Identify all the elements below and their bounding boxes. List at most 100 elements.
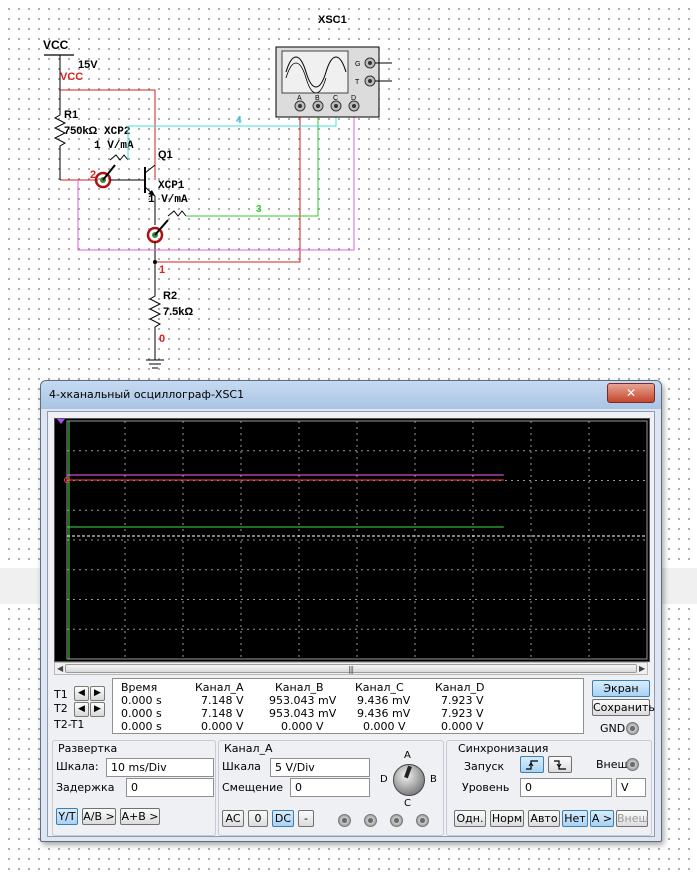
trigger-none-button[interactable]: Нет [562,810,588,827]
gnd-terminal[interactable] [626,722,639,735]
save-button[interactable]: Сохранить [592,699,655,716]
channel-scale-label: Шкала [222,760,261,773]
dt-ch-b: 0.000 V [281,720,324,733]
channel-scale-field[interactable]: 5 V/Div [270,758,370,777]
mode-ab-button[interactable]: A/B > [82,808,116,825]
net-2-label: 2 [90,169,96,181]
scope-display[interactable] [54,418,650,662]
display-scrollbar[interactable]: ◀ ||| ▶ [54,662,648,675]
trigger-level-label: Уровень [462,781,510,794]
scroll-left-icon[interactable]: ◀ [57,664,63,673]
t1-ch-d: 7.923 V [441,694,484,707]
t1-right-button[interactable]: ▶ [90,686,105,701]
falling-edge-button[interactable] [548,756,572,773]
t2-label: T2 [54,702,68,715]
arrow-right-icon: ▶ [94,704,101,714]
channel-terminal-4[interactable] [416,814,429,827]
col-header-ch-a: Канал_A [195,681,244,694]
col-header-ch-c: Канал_C [355,681,404,694]
dt-ch-a: 0.000 V [201,720,244,733]
r2-value: 7.5kΩ [163,306,193,318]
timebase-scale-field[interactable]: 10 ms/Div [106,758,214,777]
q1-label: Q1 [158,149,173,161]
trigger-single-button[interactable]: Одн. [454,810,486,827]
arrow-left-icon: ◀ [78,704,85,714]
dt-ch-d: 0.000 V [441,720,484,733]
t2-ch-d: 7.923 V [441,707,484,720]
rising-edge-icon [526,760,538,770]
net-3-label: 3 [256,204,262,215]
t1-label: T1 [54,688,68,701]
offset-field[interactable]: 0 [290,778,370,797]
xsc1-label: XSC1 [318,14,347,26]
col-header-time: Время [121,681,158,694]
coupling-dc-button[interactable]: DC [272,810,294,827]
trigger-auto-button[interactable]: Авто [528,810,560,827]
arrow-right-icon: ▶ [94,688,101,698]
screen-button[interactable]: Экран [592,680,650,697]
timebase-scale-label: Шкала: [56,760,99,773]
dt-time: 0.000 s [121,720,162,733]
vcc-label: VCC [43,38,69,52]
trigger-normal-button[interactable]: Норм [490,810,524,827]
scope-t-label: T [355,79,360,86]
offset-label: Смещение [222,781,283,794]
knob-c-label: C [404,798,411,809]
t1-ch-a: 7.148 V [201,694,244,707]
knob-d-label: D [380,774,388,785]
scrollbar-grip-icon: ||| [348,665,354,674]
window-title: 4-хканальный осциллограф-XSC1 [49,388,245,401]
net-4-label: 4 [236,115,242,126]
vcc-value: 15V [78,59,98,71]
trigger-level-field[interactable]: 0 [520,778,612,797]
timebase-title: Развертка [58,742,118,755]
dt-ch-c: 0.000 V [363,720,406,733]
net-1-label: 1 [159,264,165,276]
channel-terminal-3[interactable] [390,814,403,827]
trigger-marker-icon [57,419,65,424]
channel-selector-knob[interactable]: A D B C [378,750,438,810]
t2-left-button[interactable]: ◀ [74,702,89,717]
t2-ch-c: 9.436 mV [357,707,411,720]
t1-left-button[interactable]: ◀ [74,686,89,701]
t2-right-button[interactable]: ▶ [90,702,105,717]
circuit-schematic: VCC 15V VCC R1 750kΩ XCP2 1 V/mA 2 Q1 XC… [43,14,392,369]
xcp2-label: XCP2 [104,126,130,138]
channel-terminal-1[interactable] [338,814,351,827]
trigger-ext-button[interactable]: Внеш [616,810,649,827]
t2-ch-a: 7.148 V [201,707,244,720]
trigger-a-button[interactable]: A > [590,810,614,827]
col-header-ch-b: Канал_B [275,681,324,694]
mode-apb-button[interactable]: A+B > [120,808,160,825]
xcp1-label: XCP1 [158,180,185,192]
delay-field[interactable]: 0 [126,778,214,797]
t1-ch-c: 9.436 mV [357,694,411,707]
mode-yt-button[interactable]: Y/T [56,808,78,825]
channel-terminal-2[interactable] [364,814,377,827]
r2-label: R2 [163,290,177,302]
r1-label: R1 [64,109,78,121]
trigger-level-unit[interactable]: V [616,778,646,797]
vcc-net-label: VCC [60,71,83,83]
t2-time: 0.000 s [121,707,162,720]
scrollbar-thumb[interactable]: ||| [65,664,637,674]
channel-title: Канал_A [224,742,273,755]
scroll-right-icon[interactable]: ▶ [639,664,645,673]
window-client-area: ◀ ||| ▶ T1 T2 T2-T1 ◀ ▶ ◀ ▶ Время Канал_… [47,411,655,837]
coupling-zero-button[interactable]: 0 [248,810,268,827]
knob-a-label: A [404,750,411,761]
falling-edge-icon [554,760,566,770]
window-titlebar[interactable]: 4-хканальный осциллограф-XSC1 ✕ [41,381,661,409]
gnd-label: GND [600,722,626,735]
trigger-ext-label: Внеш [596,758,628,771]
oscilloscope-instrument[interactable]: A B C D G T [275,46,392,118]
trigger-ext-terminal[interactable] [626,758,639,771]
rising-edge-button[interactable] [520,756,544,773]
trigger-title: Синхронизация [458,742,549,755]
close-button[interactable]: ✕ [607,383,655,403]
t1-time: 0.000 s [121,694,162,707]
net-0-label: 0 [159,333,165,345]
coupling-ac-button[interactable]: AC [222,810,244,827]
t2-ch-b: 953.043 mV [269,707,337,720]
invert-button[interactable]: - [298,810,314,827]
